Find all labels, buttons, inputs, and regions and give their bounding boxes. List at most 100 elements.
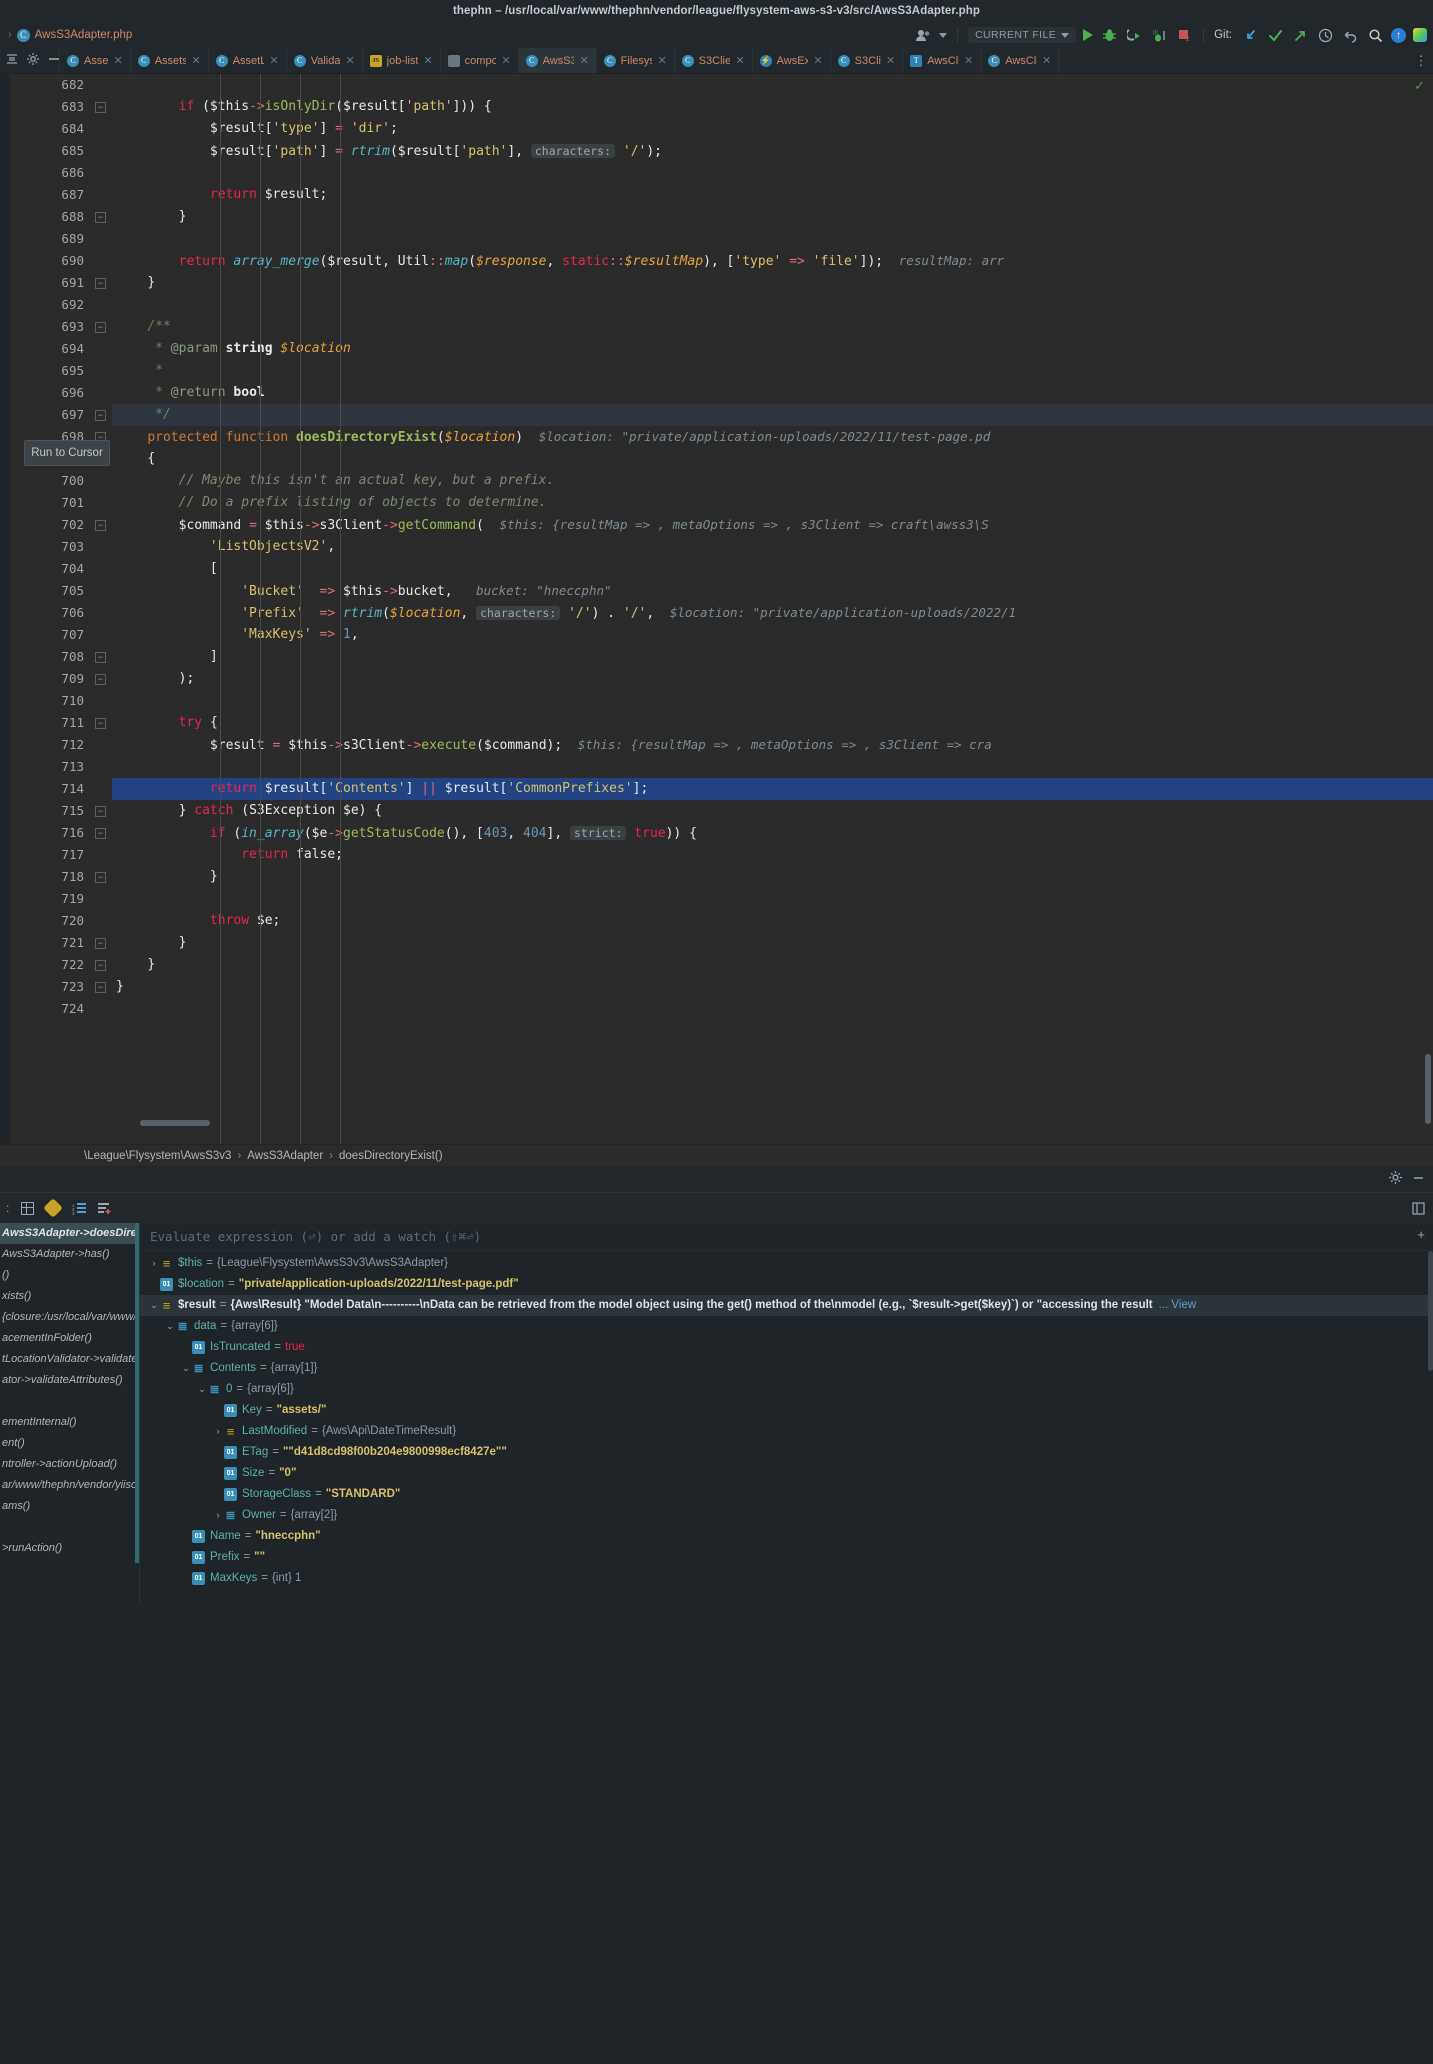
chevron-right-icon[interactable]: ›: [180, 1526, 192, 1547]
editor-tab-1[interactable]: C AssetsCon ✕: [131, 48, 209, 73]
variable-row[interactable]: ›01 MaxKeys={int} 1: [140, 1568, 1433, 1589]
breadcrumb-class[interactable]: AwsS3Adapter: [247, 1150, 323, 1162]
line-number[interactable]: 709: [10, 668, 84, 690]
frame-item[interactable]: acementInFolder(): [0, 1328, 139, 1349]
table-icon[interactable]: [21, 1201, 35, 1215]
line-number[interactable]: 685: [10, 140, 84, 162]
frame-item[interactable]: {closure:/usr/local/var/www/t: [0, 1307, 139, 1328]
chevron-right-icon[interactable]: ›: [180, 1337, 192, 1358]
gear-icon-debug[interactable]: [1389, 1171, 1402, 1187]
frame-item[interactable]: >runAction(): [0, 1538, 139, 1559]
code-line-692[interactable]: [112, 294, 1433, 316]
close-icon[interactable]: ✕: [1042, 54, 1051, 67]
chevron-right-icon[interactable]: ›: [212, 1484, 224, 1505]
code-line-690[interactable]: return array_merge($result, Util::map($r…: [112, 250, 1433, 272]
view-value-link[interactable]: ... View: [1159, 1295, 1197, 1316]
code-line-715[interactable]: } catch (S3Exception $e) {: [112, 800, 1433, 822]
variable-row[interactable]: ›01 ETag=""d41d8cd98f00b204e9800998ecf842…: [140, 1442, 1433, 1463]
frame-item[interactable]: ementInternal(): [0, 1412, 139, 1433]
line-number[interactable]: 686: [10, 162, 84, 184]
line-number[interactable]: 704: [10, 558, 84, 580]
variable-row[interactable]: ⌄ $result={Aws\Result} "Model Data\n-----…: [140, 1295, 1433, 1316]
close-icon[interactable]: ✕: [501, 54, 510, 67]
variable-row[interactable]: ›01 Prefix="": [140, 1547, 1433, 1568]
code-line-722[interactable]: }: [112, 954, 1433, 976]
chevron-right-icon[interactable]: ›: [212, 1421, 224, 1442]
code-line-698[interactable]: protected function doesDirectoryExist($l…: [112, 426, 1433, 448]
close-icon[interactable]: ✕: [269, 54, 278, 67]
code-text-area[interactable]: if ($this->isOnlyDir($result['path'])) {…: [112, 74, 1433, 1144]
code-line-696[interactable]: * @return bool: [112, 382, 1433, 404]
line-number[interactable]: 687: [10, 184, 84, 206]
code-line-723[interactable]: }: [112, 976, 1433, 998]
line-number[interactable]: 722: [10, 954, 84, 976]
line-number[interactable]: 713: [10, 756, 84, 778]
fold-marker[interactable]: −: [95, 410, 106, 421]
frame-item[interactable]: xists(): [0, 1286, 139, 1307]
frame-item[interactable]: ntroller->actionUpload(): [0, 1454, 139, 1475]
users-dropdown-icon[interactable]: [939, 32, 948, 38]
code-line-688[interactable]: }: [112, 206, 1433, 228]
code-line-709[interactable]: );: [112, 668, 1433, 690]
variables-tree[interactable]: ›$this={League\Flysystem\AwsS3v3\AwsS3Ad…: [140, 1251, 1433, 1589]
minimize-icon[interactable]: [1412, 1171, 1425, 1187]
line-number[interactable]: 702: [10, 514, 84, 536]
line-number[interactable]: 683: [10, 96, 84, 118]
rollback-icon[interactable]: [1341, 26, 1359, 44]
line-number[interactable]: 692: [10, 294, 84, 316]
line-number[interactable]: 718: [10, 866, 84, 888]
variable-row[interactable]: › Owner={array[2]}: [140, 1505, 1433, 1526]
run-to-cursor-tooltip[interactable]: Run to Cursor: [24, 440, 110, 466]
line-number[interactable]: 717: [10, 844, 84, 866]
editor-tab-10[interactable]: C S3Cli ✕: [831, 48, 904, 73]
line-number[interactable]: 711: [10, 712, 84, 734]
editor-tab-7[interactable]: C Filesys ✕: [597, 48, 675, 73]
code-line-689[interactable]: [112, 228, 1433, 250]
line-number[interactable]: 697: [10, 404, 84, 426]
line-number[interactable]: 703: [10, 536, 84, 558]
line-number[interactable]: 715: [10, 800, 84, 822]
code-line-697[interactable]: */: [112, 404, 1433, 426]
line-number[interactable]: 684: [10, 118, 84, 140]
editor-vertical-scrollbar[interactable]: [1425, 1054, 1431, 1124]
frame-item[interactable]: [0, 1391, 139, 1412]
add-watch-plus-icon[interactable]: +: [1417, 1227, 1425, 1242]
fold-marker[interactable]: −: [95, 718, 106, 729]
breadcrumb-namespace[interactable]: \League\Flysystem\AwsS3v3: [84, 1150, 231, 1162]
chevron-right-icon[interactable]: ›: [148, 1253, 160, 1274]
variable-row[interactable]: ›01 IsTruncated=true: [140, 1337, 1433, 1358]
fold-marker[interactable]: −: [95, 872, 106, 883]
close-icon[interactable]: ✕: [191, 54, 200, 67]
line-number[interactable]: 706: [10, 602, 84, 624]
tabs-overflow-icon[interactable]: ⋮: [1409, 48, 1433, 73]
fold-marker[interactable]: −: [95, 212, 106, 223]
fold-marker[interactable]: −: [95, 322, 106, 333]
chevron-right-icon[interactable]: ›: [180, 1568, 192, 1589]
color-icon[interactable]: [1413, 28, 1427, 42]
sort-values-icon[interactable]: 123: [72, 1202, 87, 1215]
mute-breakpoints-icon[interactable]: :: [6, 1201, 9, 1215]
code-line-720[interactable]: throw $e;: [112, 910, 1433, 932]
chevron-right-icon[interactable]: ›: [212, 1505, 224, 1526]
editor-tab-11[interactable]: T AwsClien ✕: [903, 48, 982, 73]
line-number[interactable]: 693: [10, 316, 84, 338]
variable-row[interactable]: › $this={League\Flysystem\AwsS3v3\AwsS3Ad…: [140, 1253, 1433, 1274]
fold-marker[interactable]: −: [95, 960, 106, 971]
code-line-713[interactable]: [112, 756, 1433, 778]
line-number[interactable]: 701: [10, 492, 84, 514]
chevron-right-icon[interactable]: ›: [148, 1274, 160, 1295]
code-line-683[interactable]: if ($this->isOnlyDir($result['path'])) {: [112, 96, 1433, 118]
search-icon[interactable]: [1366, 26, 1384, 44]
line-number[interactable]: 707: [10, 624, 84, 646]
inspection-status-icon[interactable]: ✓: [1414, 78, 1425, 94]
variables-pane[interactable]: Evaluate expression (⏎) or add a watch (…: [140, 1223, 1433, 1603]
code-line-717[interactable]: return false;: [112, 844, 1433, 866]
variable-row[interactable]: ⌄ Contents={array[1]}: [140, 1358, 1433, 1379]
chevron-right-icon[interactable]: ›: [212, 1400, 224, 1421]
frame-item[interactable]: ator->validateAttributes(): [0, 1370, 139, 1391]
code-line-704[interactable]: [: [112, 558, 1433, 580]
variable-row[interactable]: ›01 $location="private/application-upload…: [140, 1274, 1433, 1295]
code-line-721[interactable]: }: [112, 932, 1433, 954]
fold-marker[interactable]: −: [95, 102, 106, 113]
frame-item[interactable]: (): [0, 1265, 139, 1286]
